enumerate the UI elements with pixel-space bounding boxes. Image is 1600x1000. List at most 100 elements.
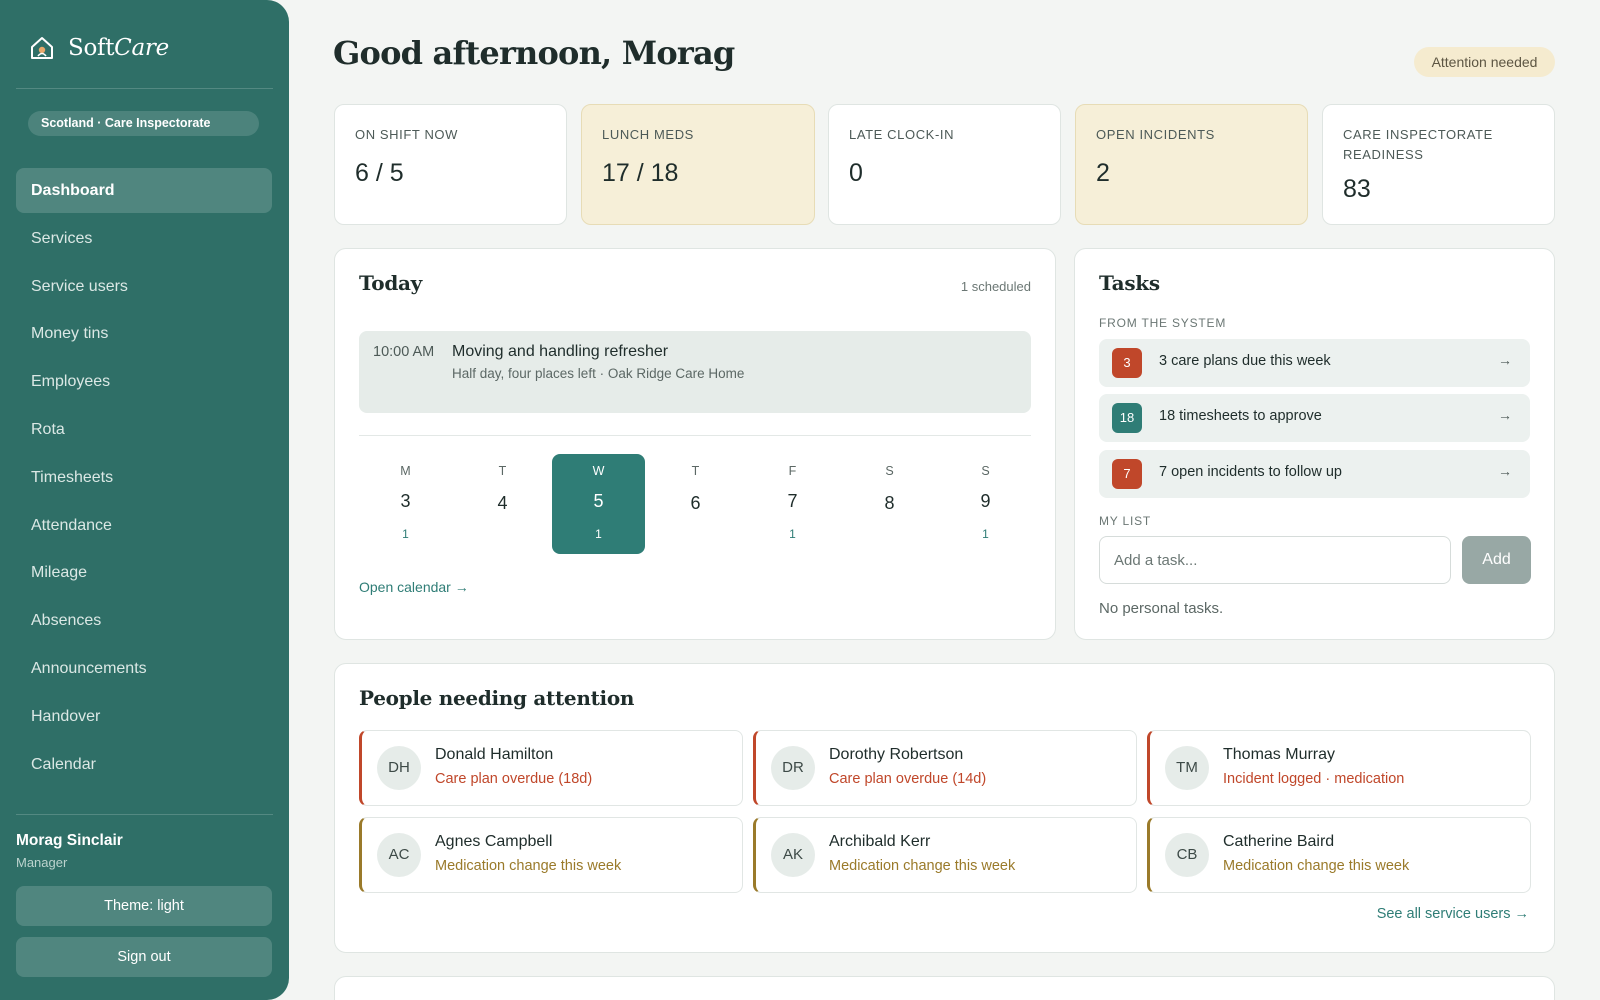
nav-item-absences[interactable]: Absences — [16, 598, 272, 643]
stat-label: On shift now — [355, 127, 459, 142]
day-cell-today[interactable]: W 5 1 — [552, 454, 645, 554]
nav-item-attendance[interactable]: Attendance — [16, 503, 272, 548]
person-name: Catherine Baird — [1223, 833, 1335, 850]
event-time: 10:00 AM — [373, 344, 435, 360]
nav-item-money-tins[interactable]: Money tins — [16, 311, 272, 356]
day-cell[interactable]: T 4 — [456, 454, 549, 554]
user-name: Morag Sinclair — [16, 832, 123, 849]
task-text: 3 care plans due this week — [1159, 353, 1331, 369]
nav-item-service-users[interactable]: Service users — [16, 264, 272, 309]
task-count-badge: 7 — [1112, 459, 1142, 489]
person-name: Thomas Murray — [1223, 746, 1336, 763]
day-number: 5 — [593, 491, 604, 511]
next-panel — [334, 976, 1555, 1000]
tasks-panel: Tasks From the system 3 3 care plans due… — [1074, 248, 1555, 640]
attention-badge: Attention needed — [1414, 47, 1555, 77]
stat-label: Lunch meds — [602, 127, 694, 142]
system-task-row[interactable]: 18 18 timesheets to approve → — [1099, 394, 1530, 442]
sign-out-button[interactable]: Sign out — [16, 937, 272, 977]
person-note: Medication change this week — [435, 858, 622, 874]
person-name: Archibald Kerr — [829, 833, 931, 850]
task-count-badge: 3 — [1112, 348, 1142, 378]
week-strip: M 3 1 T 4 W 5 1 T 6 F 7 1 S 8 S 9 1 — [359, 454, 1031, 554]
nav-item-calendar[interactable]: Calendar — [16, 742, 272, 787]
system-tasks-label: From the system — [1099, 316, 1227, 330]
person-card[interactable]: DR Dorothy Robertson Care plan overdue (… — [753, 730, 1137, 806]
stat-value: 0 — [849, 159, 863, 187]
day-cell[interactable]: T 6 — [649, 454, 742, 554]
day-cell[interactable]: F 7 1 — [746, 454, 839, 554]
person-note: Incident logged · medication — [1223, 771, 1405, 787]
arrow-right-icon: → — [1498, 407, 1512, 423]
see-all-service-users-link[interactable]: See all service users → — [1377, 906, 1529, 922]
day-number: 4 — [497, 493, 508, 513]
person-card[interactable]: AC Agnes Campbell Medication change this… — [359, 817, 743, 893]
add-task-button[interactable]: Add — [1462, 536, 1531, 584]
stat-card-readiness[interactable]: Care Inspectorate readiness 83 — [1322, 104, 1555, 225]
stat-card-open-incidents[interactable]: Open incidents 2 — [1075, 104, 1308, 225]
avatar: DR — [771, 746, 815, 790]
stat-label: Late clock-in — [849, 127, 955, 142]
stat-value: 83 — [1343, 175, 1371, 203]
task-count-badge: 18 — [1112, 403, 1142, 433]
user-role: Manager — [16, 855, 68, 870]
stat-value: 6 / 5 — [355, 159, 404, 187]
add-task-input[interactable] — [1099, 536, 1451, 584]
person-card[interactable]: DH Donald Hamilton Care plan overdue (18… — [359, 730, 743, 806]
people-title: People needing attention — [359, 686, 635, 710]
day-letter: W — [592, 464, 605, 478]
day-number: 6 — [690, 493, 701, 513]
nav-item-dashboard[interactable]: Dashboard — [16, 168, 272, 213]
person-card[interactable]: AK Archibald Kerr Medication change this… — [753, 817, 1137, 893]
stat-card-on-shift[interactable]: On shift now 6 / 5 — [334, 104, 567, 225]
day-number: 3 — [400, 491, 411, 511]
home-icon — [31, 37, 53, 59]
nav-item-timesheets[interactable]: Timesheets — [16, 455, 272, 500]
day-event-count: 1 — [789, 527, 796, 541]
stat-label: Care Inspectorate readiness — [1343, 127, 1493, 162]
day-letter: S — [885, 464, 894, 478]
event-title: Moving and handling refresher — [452, 343, 669, 360]
nav-item-services[interactable]: Services — [16, 216, 272, 261]
day-number: 8 — [884, 493, 895, 513]
nav-item-handover[interactable]: Handover — [16, 694, 272, 739]
day-event-count: 1 — [982, 527, 989, 541]
avatar: AK — [771, 833, 815, 877]
stat-value: 2 — [1096, 159, 1110, 187]
day-number: 7 — [787, 491, 798, 511]
arrow-right-icon: → — [1498, 463, 1512, 479]
stat-card-late-clock-in[interactable]: Late clock-in 0 — [828, 104, 1061, 225]
scheduled-count: 1 scheduled — [960, 279, 1031, 294]
region-badge: Scotland · Care Inspectorate — [28, 111, 259, 136]
empty-tasks-message: No personal tasks. — [1099, 600, 1224, 617]
day-event-count: 1 — [595, 527, 602, 541]
theme-toggle-button[interactable]: Theme: light — [16, 886, 272, 926]
day-event-count: 1 — [402, 527, 409, 541]
person-note: Care plan overdue (14d) — [829, 771, 987, 787]
person-card[interactable]: CB Catherine Baird Medication change thi… — [1147, 817, 1531, 893]
day-cell[interactable]: S 9 1 — [939, 454, 1032, 554]
nav-item-mileage[interactable]: Mileage — [16, 550, 272, 595]
stat-card-lunch-meds[interactable]: Lunch meds 17 / 18 — [581, 104, 815, 225]
calendar-divider — [359, 435, 1031, 436]
sidebar: SoftCare Scotland · Care Inspectorate Da… — [0, 0, 289, 1000]
event-card[interactable]: 10:00 AM Moving and handling refresher H… — [359, 331, 1031, 413]
people-panel: People needing attention DH Donald Hamil… — [334, 663, 1555, 953]
open-calendar-link[interactable]: Open calendar → — [359, 579, 469, 595]
main-nav: Dashboard Services Service users Money t… — [16, 168, 272, 789]
avatar: TM — [1165, 746, 1209, 790]
avatar: AC — [377, 833, 421, 877]
brand-logo[interactable]: SoftCare — [28, 34, 169, 62]
nav-item-employees[interactable]: Employees — [16, 359, 272, 404]
nav-item-announcements[interactable]: Announcements — [16, 646, 272, 691]
day-letter: T — [691, 464, 700, 478]
person-card[interactable]: TM Thomas Murray Incident logged · medic… — [1147, 730, 1531, 806]
tasks-title: Tasks — [1099, 271, 1160, 295]
day-cell[interactable]: S 8 — [843, 454, 936, 554]
person-name: Donald Hamilton — [435, 746, 554, 763]
stat-value: 17 / 18 — [602, 159, 679, 187]
system-task-row[interactable]: 3 3 care plans due this week → — [1099, 339, 1530, 387]
system-task-row[interactable]: 7 7 open incidents to follow up → — [1099, 450, 1530, 498]
day-cell[interactable]: M 3 1 — [359, 454, 452, 554]
nav-item-rota[interactable]: Rota — [16, 407, 272, 452]
